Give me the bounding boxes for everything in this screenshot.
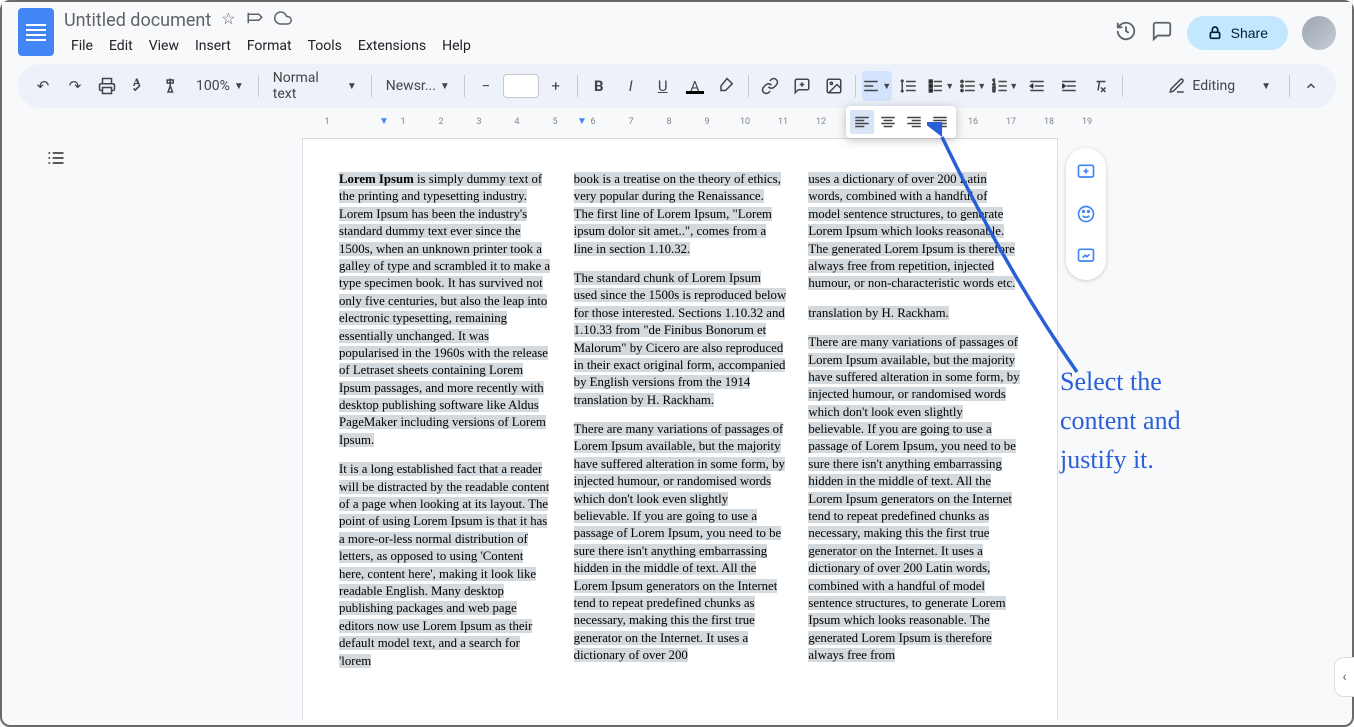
menu-insert[interactable]: Insert: [188, 34, 238, 58]
column-3: uses a dictionary of over 200 Latin word…: [808, 171, 1021, 670]
italic-button[interactable]: I: [616, 71, 646, 101]
decrease-indent-button[interactable]: [1022, 71, 1052, 101]
align-justify-option[interactable]: [928, 110, 952, 134]
menu-extensions[interactable]: Extensions: [351, 34, 433, 58]
menu-bar: File Edit View Insert Format Tools Exten…: [64, 34, 1115, 58]
paint-format-button[interactable]: [156, 71, 186, 101]
font-size-decrease[interactable]: −: [471, 71, 501, 101]
header: Untitled document ☆ File Edit View Inser…: [2, 2, 1352, 58]
highlight-button[interactable]: [712, 71, 742, 101]
vertical-ruler[interactable]: [18, 130, 34, 720]
history-icon[interactable]: [1115, 20, 1137, 47]
add-emoji-side-button[interactable]: [1070, 198, 1102, 230]
menu-help[interactable]: Help: [435, 34, 478, 58]
side-panel-handle[interactable]: ‹: [1334, 657, 1354, 697]
indent-marker-left[interactable]: ▼: [379, 116, 389, 127]
checklist-button[interactable]: ▼: [926, 71, 956, 101]
toolbar: ↶ ↷ 100% ▼ Normal text ▼ Newsr... ▼ − + …: [18, 64, 1336, 108]
annotation-text: Select the content and justify it.: [1060, 362, 1181, 479]
style-select[interactable]: Normal text ▼: [265, 66, 365, 106]
suggest-edit-side-button[interactable]: [1070, 240, 1102, 272]
font-select[interactable]: Newsr... ▼: [378, 74, 458, 98]
document-title[interactable]: Untitled document: [64, 10, 211, 31]
docs-logo[interactable]: [18, 8, 54, 56]
menu-format[interactable]: Format: [240, 34, 299, 58]
clear-formatting-button[interactable]: [1086, 71, 1116, 101]
align-button[interactable]: ▼: [862, 71, 892, 101]
svg-text:3: 3: [993, 88, 996, 94]
align-center-option[interactable]: [876, 110, 900, 134]
redo-button[interactable]: ↷: [60, 71, 90, 101]
underline-button[interactable]: U: [648, 71, 678, 101]
bold-button[interactable]: B: [584, 71, 614, 101]
column-1: Lorem Ipsum is simply dummy text of the …: [339, 171, 552, 670]
share-label: Share: [1231, 25, 1268, 41]
user-avatar[interactable]: [1302, 16, 1336, 50]
indent-marker-right[interactable]: ▼: [577, 116, 587, 127]
print-button[interactable]: [92, 71, 122, 101]
outline-button[interactable]: [46, 148, 66, 173]
menu-edit[interactable]: Edit: [102, 34, 140, 58]
menu-file[interactable]: File: [64, 34, 100, 58]
spellcheck-button[interactable]: [124, 71, 154, 101]
column-2: book is a treatise on the theory of ethi…: [574, 171, 787, 670]
font-size-increase[interactable]: +: [541, 71, 571, 101]
bulleted-list-button[interactable]: ▼: [958, 71, 988, 101]
menu-view[interactable]: View: [142, 34, 186, 58]
side-tools: [1066, 148, 1106, 280]
font-size-input[interactable]: [503, 74, 539, 98]
insert-image-button[interactable]: [819, 71, 849, 101]
add-comment-button[interactable]: [787, 71, 817, 101]
align-left-option[interactable]: [850, 110, 874, 134]
menu-tools[interactable]: Tools: [301, 34, 349, 58]
horizontal-ruler[interactable]: 112345678910111213141516171819 ▼ ▼: [72, 114, 1336, 130]
line-spacing-button[interactable]: [894, 71, 924, 101]
star-icon[interactable]: ☆: [221, 9, 235, 31]
text-color-button[interactable]: A: [680, 71, 710, 101]
move-icon[interactable]: [246, 9, 264, 31]
cloud-status-icon[interactable]: [274, 9, 292, 31]
undo-button[interactable]: ↶: [28, 71, 58, 101]
increase-indent-button[interactable]: [1054, 71, 1084, 101]
align-right-option[interactable]: [902, 110, 926, 134]
numbered-list-button[interactable]: 123 ▼: [990, 71, 1020, 101]
collapse-toolbar-button[interactable]: [1296, 71, 1326, 101]
link-button[interactable]: [755, 71, 785, 101]
comments-icon[interactable]: [1151, 20, 1173, 47]
editing-mode-button[interactable]: Editing ▼: [1156, 73, 1283, 99]
share-button[interactable]: Share: [1187, 16, 1288, 50]
add-comment-side-button[interactable]: [1070, 156, 1102, 188]
align-dropdown: [846, 106, 956, 138]
document-page[interactable]: Lorem Ipsum is simply dummy text of the …: [302, 138, 1058, 720]
zoom-select[interactable]: 100% ▼: [188, 74, 252, 98]
